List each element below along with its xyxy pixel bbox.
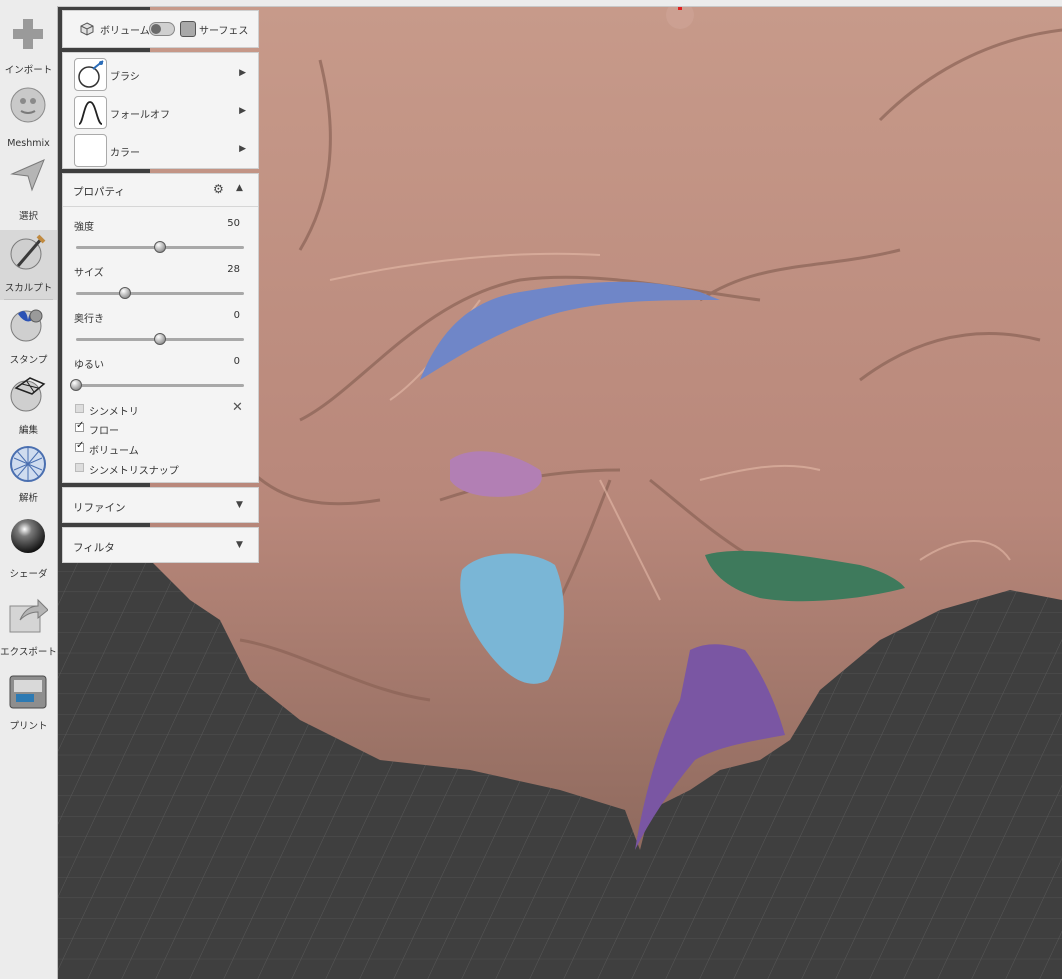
tool-print[interactable]: プリント — [0, 670, 57, 740]
properties-settings-gear-icon[interactable]: ⚙ — [213, 182, 224, 196]
flow-checkbox[interactable]: ✓ — [75, 420, 84, 432]
cube-icon — [80, 22, 94, 39]
symmetry-snap-checkbox[interactable] — [75, 463, 84, 472]
tool-select[interactable]: 選択 — [0, 152, 57, 222]
stamp-icon — [8, 304, 48, 344]
depth-slider[interactable] — [76, 333, 244, 345]
mode-bar-panel: ボリューム サーフェス — [62, 10, 259, 48]
color-label: カラー — [110, 148, 140, 159]
size-label: サイズ — [74, 268, 104, 279]
symmetry-snap-label: シンメトリスナップ — [89, 466, 179, 477]
tool-sculpt[interactable]: スカルプト — [0, 230, 57, 300]
falloff-curve-icon — [78, 101, 103, 125]
strength-slider-knob[interactable] — [154, 241, 166, 253]
tool-shader-label: シェーダ — [9, 569, 48, 580]
surface-mode-swatch[interactable] — [180, 21, 196, 37]
depth-slider-knob[interactable] — [154, 333, 166, 345]
tool-select-label: 選択 — [18, 211, 38, 222]
symmetry-snap-option[interactable]: シンメトリスナップ — [63, 459, 258, 477]
print-icon — [8, 672, 48, 712]
color-expand-arrow-icon[interactable]: ▶ — [239, 144, 246, 154]
symmetry-tool-icon[interactable]: ✕ — [232, 400, 243, 415]
brush-label: ブラシ — [110, 72, 140, 83]
volume-option[interactable]: ✓ ボリューム — [63, 439, 258, 457]
tool-shader[interactable]: シェーダ — [0, 512, 57, 582]
export-icon — [8, 596, 49, 636]
falloff-swatch — [74, 96, 107, 129]
symmetry-checkbox[interactable] — [75, 404, 84, 413]
tool-meshmix-label: Meshmix — [7, 138, 50, 149]
tool-sculpt-label: スカルプト — [4, 283, 53, 294]
tool-export-label: エクスポート — [0, 647, 57, 658]
flow-option[interactable]: ✓ フロー — [63, 419, 258, 437]
refine-label: リファイン — [73, 502, 126, 514]
analysis-icon — [8, 444, 48, 484]
brush-sphere-icon — [78, 60, 104, 88]
color-row[interactable]: カラー ▶ — [63, 132, 258, 168]
falloff-row[interactable]: フォールオフ ▶ — [63, 94, 258, 130]
tool-edit-label: 編集 — [18, 425, 38, 436]
tool-edit[interactable]: 編集 — [0, 372, 57, 442]
properties-title: プロパティ — [73, 186, 125, 198]
size-slider[interactable] — [76, 287, 244, 299]
filter-expand-arrow-icon[interactable]: ▼ — [236, 540, 243, 550]
brush-row[interactable]: ブラシ ▶ — [63, 56, 258, 92]
tool-sections-panel: ブラシ ▶ フォールオフ ▶ カラー ▶ — [62, 52, 259, 169]
volume-checkbox[interactable]: ✓ — [75, 440, 84, 452]
volume-surface-toggle[interactable] — [149, 22, 175, 36]
size-slider-knob[interactable] — [118, 287, 131, 299]
tool-meshmix[interactable]: Meshmix — [0, 82, 57, 152]
volume-mode-label[interactable]: ボリューム — [100, 22, 150, 37]
brush-expand-arrow-icon[interactable]: ▶ — [239, 68, 246, 78]
toggle-knob — [151, 24, 161, 34]
depth-value: 0 — [233, 310, 240, 321]
falloff-expand-arrow-icon[interactable]: ▶ — [239, 106, 246, 116]
strength-label: 強度 — [74, 222, 94, 233]
surface-mode-label[interactable]: サーフェス — [199, 22, 248, 37]
lazy-label: ゆるい — [74, 360, 104, 371]
tool-import-label: インポート — [4, 65, 53, 76]
plus-icon — [8, 14, 48, 54]
properties-panel: プロパティ ⚙ ▲ 強度 50 サイズ 28 奥行き 0 ゆるい 0 シンメトリ… — [62, 173, 259, 483]
tool-analysis-label: 解析 — [18, 493, 38, 504]
filter-label: フィルタ — [73, 542, 115, 554]
lazy-slider-knob[interactable] — [70, 379, 82, 391]
refine-section[interactable]: リファイン ▼ — [62, 487, 259, 523]
sculpt-brush-icon — [8, 232, 48, 272]
strength-slider[interactable] — [76, 241, 244, 253]
properties-header[interactable]: プロパティ ⚙ ▲ — [63, 174, 258, 207]
strength-value: 50 — [227, 218, 240, 229]
flow-label: フロー — [89, 426, 119, 437]
properties-collapse-arrow-icon[interactable]: ▲ — [236, 183, 243, 193]
tool-stamp-label: スタンプ — [9, 355, 48, 366]
depth-label: 奥行き — [74, 314, 104, 325]
symmetry-label: シンメトリ — [89, 407, 139, 418]
edit-icon — [8, 374, 48, 414]
symmetry-option[interactable]: シンメトリ ✕ — [63, 400, 258, 418]
tool-export[interactable]: エクスポート — [0, 594, 57, 664]
left-toolbar: インポート Meshmix 選択 スカルプト スタンプ 編集 解析 シェーダ エ… — [0, 6, 58, 979]
filter-section[interactable]: フィルタ ▼ — [62, 527, 259, 563]
shader-icon — [8, 514, 48, 554]
refine-expand-arrow-icon[interactable]: ▼ — [236, 500, 243, 510]
menu-bar[interactable] — [0, 0, 1062, 7]
size-value: 28 — [227, 264, 240, 275]
select-arrow-icon — [8, 154, 48, 194]
meshmix-face-icon — [8, 84, 48, 124]
tool-stamp[interactable]: スタンプ — [0, 302, 57, 372]
tool-import[interactable]: インポート — [0, 12, 57, 82]
lazy-value: 0 — [233, 356, 240, 367]
tool-print-label: プリント — [9, 721, 48, 732]
volume-label: ボリューム — [89, 446, 139, 457]
brush-swatch — [74, 58, 107, 91]
tool-analysis[interactable]: 解析 — [0, 442, 57, 512]
color-swatch[interactable] — [74, 134, 107, 167]
lazy-slider[interactable] — [70, 379, 244, 391]
falloff-label: フォールオフ — [110, 110, 170, 121]
